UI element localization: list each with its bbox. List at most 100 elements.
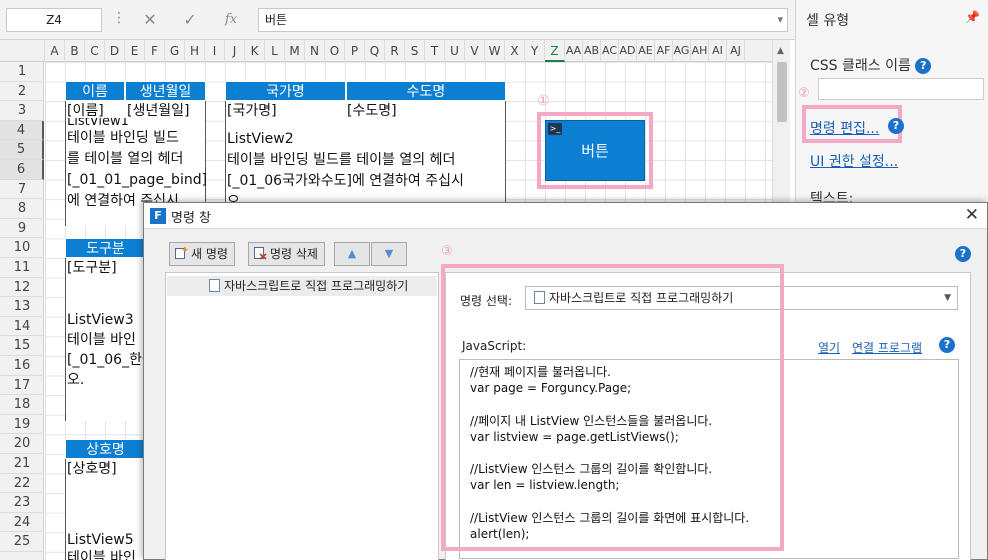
column-header[interactable]: K: [245, 40, 265, 62]
column-header[interactable]: V: [465, 40, 485, 62]
column-header[interactable]: X: [505, 40, 525, 62]
css-class-input[interactable]: [818, 78, 984, 100]
column-header[interactable]: AB: [583, 40, 601, 62]
listview5-binding[interactable]: [상호명]: [67, 459, 117, 480]
move-down-button[interactable]: ▼: [371, 242, 407, 266]
row-header[interactable]: 13: [0, 297, 44, 317]
close-icon[interactable]: ✕: [965, 205, 979, 225]
open-link[interactable]: 열기: [818, 339, 840, 356]
select-all-corner[interactable]: [0, 40, 45, 62]
column-header[interactable]: AC: [601, 40, 619, 62]
dialog-titlebar[interactable]: F 명령 창 ✕: [144, 203, 987, 229]
row-header[interactable]: 5: [0, 140, 44, 160]
column-header[interactable]: E: [125, 40, 145, 62]
column-header[interactable]: AD: [619, 40, 637, 62]
column-header[interactable]: F: [145, 40, 165, 62]
column-header[interactable]: Y: [525, 40, 545, 62]
listview1-header-name[interactable]: 이름: [65, 81, 125, 101]
row-header[interactable]: 8: [0, 199, 44, 219]
help-icon[interactable]: ?: [939, 337, 955, 353]
column-header[interactable]: M: [285, 40, 305, 62]
column-header[interactable]: AF: [655, 40, 673, 62]
column-header[interactable]: AH: [691, 40, 709, 62]
row-header[interactable]: 12: [0, 278, 44, 298]
help-icon[interactable]: ?: [888, 118, 904, 134]
column-header[interactable]: H: [185, 40, 205, 62]
column-header[interactable]: T: [425, 40, 445, 62]
close-icon[interactable]: ✕: [138, 8, 162, 32]
column-header[interactable]: A: [45, 40, 65, 62]
listview3-header[interactable]: 도구분: [65, 238, 146, 258]
edit-command-link[interactable]: 명령 편집...: [810, 118, 879, 138]
listview2-binding-capital[interactable]: [수도명]: [347, 101, 397, 122]
scroll-thumb[interactable]: [777, 62, 787, 122]
column-header[interactable]: Z: [545, 40, 565, 62]
column-header[interactable]: J: [225, 40, 245, 62]
sheet-button[interactable]: >_ 버튼: [545, 120, 645, 181]
row-header[interactable]: 21: [0, 454, 44, 474]
row-header[interactable]: 4: [0, 120, 44, 141]
help-icon[interactable]: ?: [915, 58, 932, 74]
row-header[interactable]: 22: [0, 474, 44, 494]
list-item[interactable]: 자바스크립트로 직접 프로그래밍하기: [167, 276, 437, 296]
column-header[interactable]: AG: [673, 40, 691, 62]
listview5-header[interactable]: 상호명: [65, 439, 146, 459]
column-header[interactable]: B: [65, 40, 85, 62]
column-header[interactable]: C: [85, 40, 105, 62]
row-header[interactable]: 10: [0, 238, 44, 258]
row-header[interactable]: 19: [0, 415, 44, 435]
listview1-header-birth[interactable]: 생년월일: [125, 81, 206, 101]
column-header[interactable]: U: [445, 40, 465, 62]
column-header[interactable]: N: [305, 40, 325, 62]
check-icon[interactable]: ✓: [178, 8, 202, 32]
column-header[interactable]: AE: [637, 40, 655, 62]
listview3-binding[interactable]: [도구분]: [67, 258, 117, 279]
new-command-button[interactable]: 새 명령: [169, 242, 235, 266]
row-header[interactable]: 16: [0, 356, 44, 376]
column-header[interactable]: R: [385, 40, 405, 62]
row-header[interactable]: 1: [0, 62, 44, 82]
column-header[interactable]: AJ: [727, 40, 745, 62]
scroll-up-icon[interactable]: ▲: [777, 46, 784, 56]
row-header[interactable]: 14: [0, 317, 44, 337]
formula-input[interactable]: 버튼 ▾: [258, 8, 788, 32]
column-header[interactable]: D: [105, 40, 125, 62]
row-header[interactable]: 7: [0, 180, 44, 200]
ui-permission-link[interactable]: UI 권한 설정...: [810, 151, 898, 171]
column-header[interactable]: O: [325, 40, 345, 62]
column-header[interactable]: L: [265, 40, 285, 62]
column-header[interactable]: AA: [565, 40, 583, 62]
column-header[interactable]: W: [485, 40, 505, 62]
command-list[interactable]: 자바스크립트로 직접 프로그래밍하기: [165, 272, 439, 560]
row-header[interactable]: 6: [0, 160, 44, 180]
name-box[interactable]: Z4: [6, 8, 102, 32]
column-header[interactable]: I: [205, 40, 225, 62]
row-header[interactable]: 9: [0, 219, 44, 239]
row-header[interactable]: 18: [0, 395, 44, 415]
column-header[interactable]: G: [165, 40, 185, 62]
help-icon[interactable]: ?: [955, 246, 971, 262]
fx-icon[interactable]: fx: [219, 8, 243, 32]
listview2-header-capital[interactable]: 수도명: [346, 81, 506, 101]
chevron-down-icon[interactable]: ▾: [777, 9, 783, 31]
listview2-binding-country[interactable]: [국가명]: [227, 101, 277, 122]
row-header[interactable]: 24: [0, 513, 44, 533]
listview2-header-country[interactable]: 국가명: [225, 81, 346, 101]
delete-command-button[interactable]: 명령 삭제: [248, 242, 325, 266]
row-header[interactable]: 25: [0, 532, 44, 552]
row-header[interactable]: 2: [0, 82, 44, 102]
column-header[interactable]: AI: [709, 40, 727, 62]
row-header[interactable]: 20: [0, 434, 44, 454]
row-header[interactable]: 11: [0, 258, 44, 278]
column-header[interactable]: Q: [365, 40, 385, 62]
move-up-button[interactable]: ▲: [334, 242, 370, 266]
pin-icon[interactable]: 📌: [965, 10, 980, 24]
chevron-down-icon[interactable]: ▼: [944, 287, 951, 309]
row-header[interactable]: 23: [0, 493, 44, 513]
row-header[interactable]: 15: [0, 336, 44, 356]
column-header[interactable]: S: [405, 40, 425, 62]
linked-program-link[interactable]: 연결 프로그램: [852, 339, 922, 356]
row-header[interactable]: 17: [0, 376, 44, 396]
column-header[interactable]: P: [345, 40, 365, 62]
row-header[interactable]: 3: [0, 101, 44, 121]
